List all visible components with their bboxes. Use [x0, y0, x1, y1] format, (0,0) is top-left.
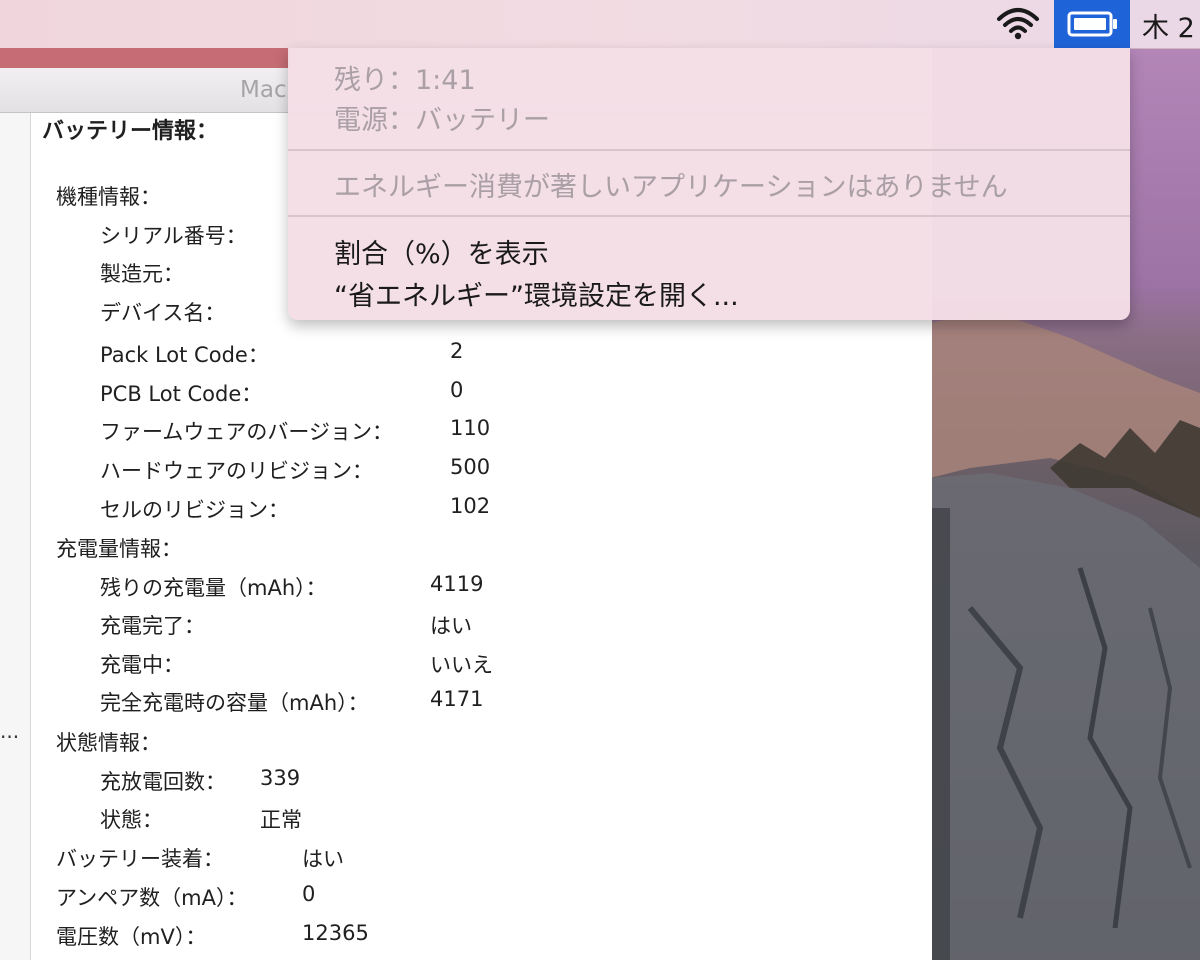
- menu-bar: 木 2: [0, 0, 1200, 49]
- condition-value: 正常: [260, 808, 302, 832]
- fully-charged-value: はい: [430, 614, 472, 638]
- charging-value: いいえ: [430, 653, 493, 677]
- fully-charged-row: 充電完了： はい: [100, 610, 540, 640]
- hardware-row: ハードウェアのリビジョン： 500: [100, 455, 491, 483]
- menu-open-energy-saver-prefs[interactable]: “省エネルギー”環境設定を開く...: [334, 274, 739, 313]
- voltage-value: 12365: [302, 921, 369, 945]
- amperage-row: アンペア数（mA）： 0: [56, 882, 316, 910]
- menu-separator: [288, 149, 1130, 151]
- menu-no-energy-apps: エネルギー消費が著しいアプリケーションはありません: [334, 172, 1008, 203]
- cell-revision-row: セルのリビジョン： 102: [100, 494, 491, 522]
- pcb-lot-row: PCB Lot Code： 0: [100, 378, 464, 406]
- full-capacity-value: 4171: [430, 687, 484, 711]
- amperage-value: 0: [302, 882, 316, 906]
- wifi-icon[interactable]: [996, 7, 1040, 41]
- cycle-count-row: 充放電回数： 339: [100, 766, 301, 794]
- menu-clock[interactable]: 木 2: [1142, 6, 1195, 45]
- full-capacity-row: 完全充電時の容量（mAh）： 4171: [100, 687, 484, 715]
- condition-row: 状態： 正常: [100, 804, 400, 834]
- hardware-value: 500: [450, 455, 491, 479]
- menu-power-source: 電源：バッテリー: [334, 105, 550, 136]
- battery-installed-row: バッテリー装着： はい: [56, 843, 416, 873]
- pack-lot-row: Pack Lot Code： 2: [100, 339, 464, 367]
- sidebar[interactable]: ...: [0, 113, 31, 960]
- remaining-charge-row: 残りの充電量（mAh）： 4119: [100, 572, 484, 600]
- menu-separator: [288, 215, 1130, 217]
- window-edge: [0, 48, 290, 68]
- battery-installed-value: はい: [302, 847, 344, 871]
- pack-lot-value: 2: [450, 339, 464, 363]
- cell-revision-value: 102: [450, 494, 491, 518]
- battery-icon: [1067, 11, 1117, 37]
- charging-row: 充電中： いいえ: [100, 649, 540, 679]
- menu-remaining-time: 残り：1:41: [334, 65, 476, 96]
- pcb-lot-value: 0: [450, 378, 464, 402]
- voltage-row: 電圧数（mV）： 12365: [56, 921, 369, 949]
- battery-dropdown-menu: 残り：1:41 電源：バッテリー エネルギー消費が著しいアプリケーションはありま…: [288, 48, 1130, 320]
- menu-show-percentage[interactable]: 割合（%）を表示: [334, 232, 549, 271]
- battery-menu-item[interactable]: [1054, 0, 1130, 48]
- firmware-row: ファームウェアのバージョン： 110: [100, 416, 491, 444]
- window-title: Mac: [240, 77, 287, 103]
- section-title: バッテリー情報：: [42, 119, 219, 144]
- firmware-value: 110: [450, 416, 491, 440]
- remaining-charge-value: 4119: [430, 572, 484, 596]
- sidebar-ellipsis: ...: [0, 719, 20, 743]
- cycle-count-value: 339: [260, 766, 301, 790]
